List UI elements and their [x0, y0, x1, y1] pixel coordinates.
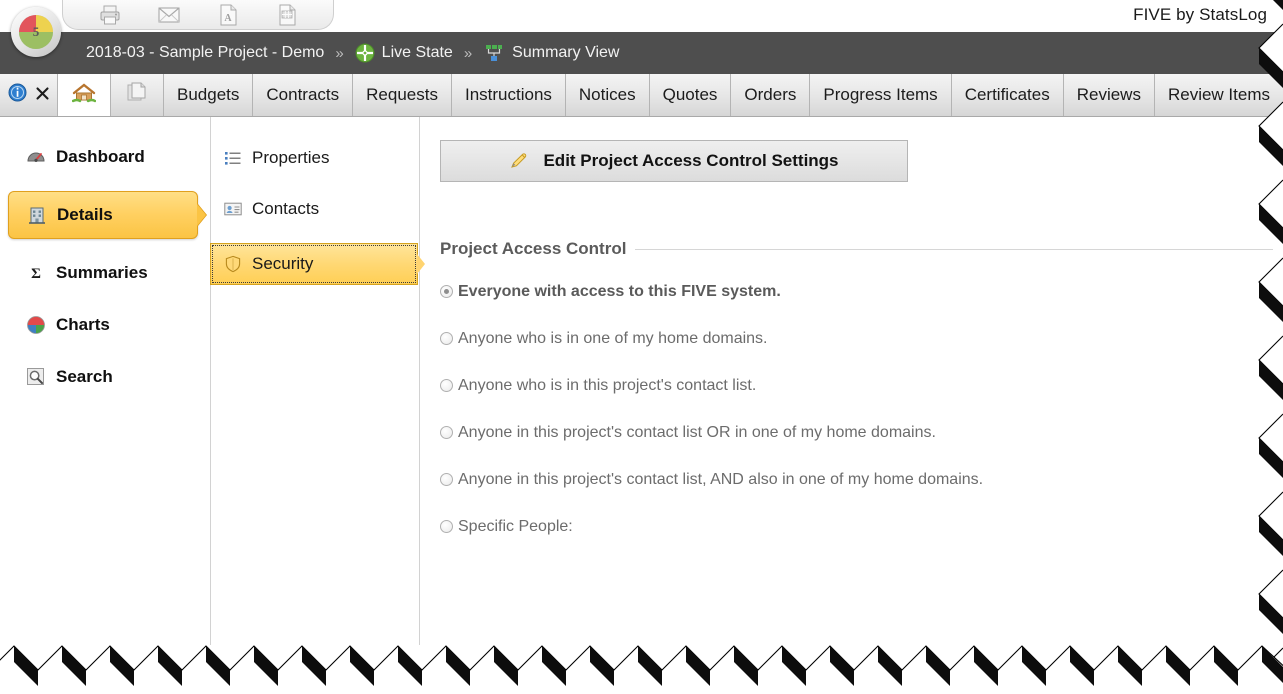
tab-orders[interactable]: Orders — [731, 74, 811, 116]
top-strip: A FIVE by StatsLog — [0, 0, 1283, 32]
radio-label: Specific People: — [458, 518, 573, 535]
sidebar-label: Security — [252, 254, 314, 273]
tab-progress-items[interactable]: Progress Items — [810, 74, 952, 116]
tab-contracts[interactable]: Contracts — [253, 74, 354, 116]
tab-system-controls — [0, 74, 58, 116]
body-area: Dashboard Details Σ Summaries Charts Sea… — [0, 117, 1283, 694]
sidebar-item-contacts[interactable]: Contacts — [211, 192, 419, 226]
sidebar-item-charts[interactable]: Charts — [0, 307, 210, 343]
tab-home[interactable] — [58, 74, 111, 116]
live-state-icon — [355, 43, 375, 63]
shield-icon — [223, 254, 243, 274]
radio-label: Anyone in this project's contact list, A… — [458, 471, 984, 488]
pie-chart-icon — [26, 315, 46, 335]
secondary-sidebar: Properties Contacts Security — [210, 117, 425, 645]
tab-bar: Budgets Contracts Requests Instructions … — [0, 74, 1283, 117]
sidebar-label: Search — [56, 367, 113, 386]
radio-option-specific-people[interactable]: Specific People: — [440, 517, 1283, 536]
radio-indicator[interactable] — [440, 285, 453, 298]
radio-option-contact-list[interactable]: Anyone who is in this project's contact … — [440, 376, 1283, 395]
pencil-icon — [509, 151, 529, 171]
building-icon — [27, 205, 47, 225]
sidebar-label: Charts — [56, 315, 110, 334]
print-icon[interactable] — [97, 3, 123, 27]
radio-indicator[interactable] — [440, 332, 453, 345]
magnifier-icon — [26, 367, 46, 387]
brand-title: FIVE by StatsLog — [1133, 5, 1267, 24]
sidebar-label: Details — [57, 205, 113, 224]
app-logo[interactable]: 5 — [11, 7, 61, 57]
summary-view-icon — [483, 43, 505, 63]
sidebar-label: Dashboard — [56, 147, 145, 166]
tab-quotes[interactable]: Quotes — [649, 74, 732, 116]
radio-label: Anyone who is in one of my home domains. — [458, 330, 768, 347]
home-icon — [71, 82, 97, 109]
breadcrumb-separator-2: » — [463, 44, 473, 62]
sidebar-label: Summaries — [56, 263, 148, 282]
section-title: Project Access Control — [440, 239, 627, 258]
sidebar-item-summaries[interactable]: Σ Summaries — [0, 255, 210, 291]
list-icon — [223, 148, 243, 168]
radio-indicator[interactable] — [440, 426, 453, 439]
tab-reviews[interactable]: Reviews — [1063, 74, 1155, 116]
info-icon[interactable] — [8, 83, 27, 107]
logo-pie-icon: 5 — [19, 15, 53, 49]
sigma-icon: Σ — [26, 263, 46, 283]
breadcrumb-separator-1: » — [335, 44, 344, 62]
primary-sidebar: Dashboard Details Σ Summaries Charts Sea… — [0, 117, 210, 645]
access-control-radio-group: Everyone with access to this FIVE system… — [440, 282, 1283, 536]
tab-budgets[interactable]: Budgets — [164, 74, 254, 116]
sidebar-item-search[interactable]: Search — [0, 359, 210, 395]
breadcrumb-state[interactable]: Live State — [382, 44, 453, 62]
pdf-icon[interactable]: A — [215, 3, 241, 27]
sidebar-item-security[interactable]: Security — [210, 243, 425, 285]
breadcrumb-view[interactable]: Summary View — [512, 44, 619, 62]
contact-card-icon — [223, 199, 243, 219]
section-divider — [635, 248, 1273, 250]
spreadsheet-icon[interactable] — [274, 3, 300, 27]
tab-copies[interactable] — [111, 74, 164, 116]
svg-text:Σ: Σ — [31, 266, 41, 282]
radio-indicator[interactable] — [440, 520, 453, 533]
sidebar-label: Properties — [252, 148, 330, 167]
toolbar-icon-group: A — [62, 0, 334, 30]
edit-project-access-control-settings-button[interactable]: Edit Project Access Control Settings — [440, 140, 908, 182]
close-icon[interactable] — [36, 85, 49, 105]
breadcrumb-project[interactable]: 2018-03 - Sample Project - Demo — [86, 44, 324, 62]
gauge-icon — [26, 147, 46, 167]
tab-review-items[interactable]: Review Items — [1154, 74, 1283, 116]
copy-icon — [125, 82, 149, 109]
sidebar-item-details[interactable]: Details — [8, 191, 198, 239]
tab-requests[interactable]: Requests — [353, 74, 452, 116]
application-window: A FIVE by StatsLog 5 2018-03 - Sample Pr… — [0, 0, 1283, 694]
breadcrumb-bar: 2018-03 - Sample Project - Demo » Live S… — [0, 32, 1283, 74]
radio-label: Anyone in this project's contact list OR… — [458, 424, 936, 441]
sidebar-item-dashboard[interactable]: Dashboard — [0, 139, 210, 175]
radio-label: Everyone with access to this FIVE system… — [458, 283, 781, 300]
section-header: Project Access Control — [440, 239, 1283, 259]
svg-text:A: A — [224, 13, 232, 24]
logo-number: 5 — [32, 24, 40, 39]
radio-indicator[interactable] — [440, 379, 453, 392]
tab-notices[interactable]: Notices — [565, 74, 650, 116]
radio-option-home-domains[interactable]: Anyone who is in one of my home domains. — [440, 329, 1283, 348]
tab-instructions[interactable]: Instructions — [451, 74, 566, 116]
radio-option-contact-list-or-home-domains[interactable]: Anyone in this project's contact list OR… — [440, 423, 1283, 442]
sidebar-label: Contacts — [252, 199, 320, 218]
sidebar-item-properties[interactable]: Properties — [211, 141, 419, 175]
edit-button-label: Edit Project Access Control Settings — [543, 151, 839, 170]
email-icon[interactable] — [156, 3, 182, 27]
radio-indicator[interactable] — [440, 473, 453, 486]
tab-certificates[interactable]: Certificates — [951, 74, 1064, 116]
radio-option-everyone[interactable]: Everyone with access to this FIVE system… — [440, 282, 1283, 301]
main-content: Edit Project Access Control Settings Pro… — [420, 117, 1283, 645]
radio-label: Anyone who is in this project's contact … — [458, 377, 757, 394]
radio-option-contact-list-and-home-domains[interactable]: Anyone in this project's contact list, A… — [440, 470, 1283, 489]
